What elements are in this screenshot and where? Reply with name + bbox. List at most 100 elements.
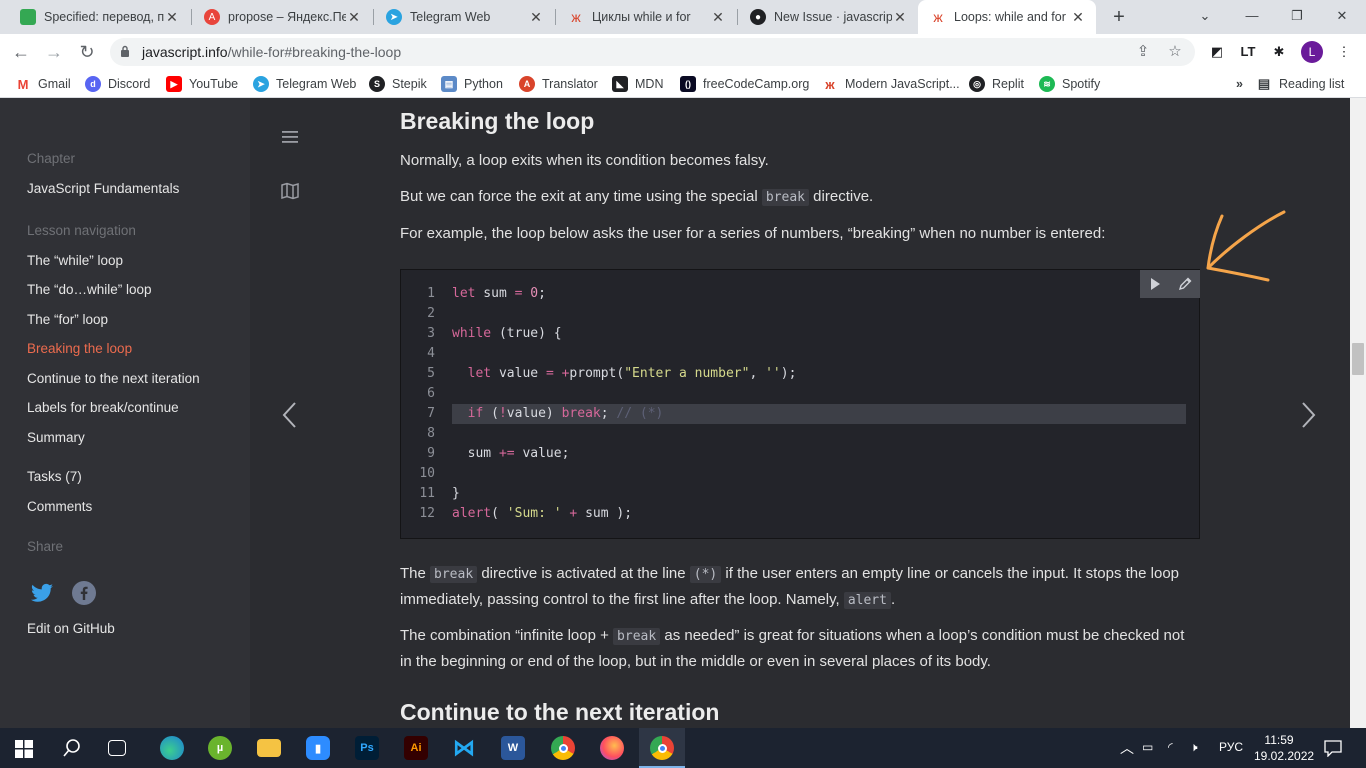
chrome-profile-icon[interactable] <box>650 736 674 760</box>
browser-toolbar: ← → ↻ javascript.info/while-for#breaking… <box>0 34 1366 70</box>
facebook-icon[interactable] <box>71 580 97 606</box>
language-indicator[interactable]: РУС <box>1219 740 1243 754</box>
menu-kebab-icon[interactable]: ⋮ <box>1333 41 1355 63</box>
telegram-icon: ➤ <box>253 76 269 92</box>
line-number: 10 <box>419 466 435 481</box>
paragraph: The break directive is activated at the … <box>400 561 1200 613</box>
page-scrollbar[interactable] <box>1350 98 1366 728</box>
windows-start-icon[interactable] <box>15 740 33 758</box>
lingvo-extension-icon[interactable]: LT <box>1237 41 1259 63</box>
network-disconnected-icon[interactable]: ▭ <box>1142 740 1153 754</box>
line-number: 2 <box>427 306 435 321</box>
edge-icon[interactable] <box>160 736 184 760</box>
word-icon[interactable]: W <box>501 736 525 760</box>
wifi-icon[interactable]: ◜ <box>1168 740 1173 754</box>
extension-icon[interactable]: ◩ <box>1206 41 1228 63</box>
next-lesson-arrow-icon[interactable] <box>1298 400 1318 430</box>
tasks-link[interactable]: Tasks (7) <box>27 469 82 484</box>
reload-icon[interactable]: ↻ <box>75 40 99 64</box>
more-bookmarks-button[interactable]: » <box>1236 75 1243 93</box>
twitter-icon[interactable] <box>29 580 55 606</box>
code-example: 1 let sum = 0; 2 3 while (true) { 4 5 let … <box>400 269 1200 539</box>
tab-loops-active[interactable]: ж Loops: while and for ✕ <box>918 0 1096 34</box>
maximize-icon[interactable]: ❐ <box>1282 6 1312 26</box>
close-icon[interactable]: ✕ <box>164 9 180 26</box>
clock[interactable]: 11:59 19.02.2022 <box>1254 732 1314 764</box>
bookmark-translator[interactable]: A Translator <box>519 75 598 93</box>
bookmark-modern-javascript[interactable]: ж Modern JavaScript... <box>822 75 959 93</box>
line-number: 9 <box>427 446 435 461</box>
forward-arrow-icon[interactable]: → <box>42 40 66 64</box>
vscode-icon[interactable]: ⋈ <box>452 735 476 760</box>
scrollbar-thumb[interactable] <box>1352 343 1364 375</box>
tab-yandex[interactable]: A propose – Яндекс.Пер ✕ <box>192 0 372 34</box>
extensions-puzzle-icon[interactable]: ✱ <box>1268 41 1290 63</box>
bookmark-label: Replit <box>992 77 1024 91</box>
bookmark-discord[interactable]: d Discord <box>85 75 150 93</box>
bookmark-stepik[interactable]: S Stepik <box>369 75 427 93</box>
line-number: 6 <box>427 386 435 401</box>
file-explorer-icon[interactable] <box>257 739 281 757</box>
sidebar-item-labels[interactable]: Labels for break/continue <box>27 400 179 415</box>
search-icon[interactable] <box>62 738 82 758</box>
notifications-icon[interactable] <box>1324 739 1342 757</box>
bookmark-star-icon[interactable]: ☆ <box>1166 43 1184 61</box>
sidebar-item-do-while-loop[interactable]: The “do…while” loop <box>27 282 152 297</box>
bookmark-gmail[interactable]: M Gmail <box>15 75 71 93</box>
close-icon[interactable]: ✕ <box>892 9 908 26</box>
bookmark-spotify[interactable]: ≋ Spotify <box>1039 75 1100 93</box>
firefox-icon[interactable] <box>600 736 624 760</box>
javascript-info-icon: ж <box>825 76 835 92</box>
close-icon[interactable]: ✕ <box>346 9 362 26</box>
address-bar[interactable]: javascript.info/while-for#breaking-the-l… <box>110 38 1195 66</box>
tab-search-icon[interactable]: ⌄ <box>1190 6 1220 26</box>
comments-link[interactable]: Comments <box>27 499 92 514</box>
bookmark-freecodecamp[interactable]: () freeCodeCamp.org <box>680 75 809 93</box>
reading-list-button[interactable]: ▤ Reading list <box>1256 75 1344 93</box>
edit-on-github-link[interactable]: Edit on GitHub <box>27 621 115 636</box>
discord-icon: d <box>85 76 101 92</box>
sidebar-item-while-loop[interactable]: The “while” loop <box>27 253 123 268</box>
bookmarks-bar: M Gmail d Discord ▶ YouTube ➤ Telegram Web S… <box>0 70 1366 98</box>
share-icon[interactable]: ⇪ <box>1134 43 1152 61</box>
tab-cycles[interactable]: ж Циклы while и for ✕ <box>556 0 736 34</box>
bookmark-python[interactable]: ▤ Python <box>441 75 503 93</box>
sidebar-item-for-loop[interactable]: The “for” loop <box>27 312 108 327</box>
close-icon[interactable]: ✕ <box>528 9 544 26</box>
bookmark-replit[interactable]: ◎ Replit <box>969 75 1024 93</box>
sidebar-item-breaking-the-loop[interactable]: Breaking the loop <box>27 341 132 356</box>
show-hidden-icons-icon[interactable]: ︿ <box>1120 738 1134 758</box>
tab-github[interactable]: ● New Issue · javascript- ✕ <box>738 0 918 34</box>
tab-telegram[interactable]: ➤ Telegram Web ✕ <box>374 0 554 34</box>
profile-avatar[interactable]: L <box>1301 41 1323 63</box>
hamburger-menu-icon[interactable] <box>280 129 300 145</box>
bookmark-telegram[interactable]: ➤ Telegram Web <box>253 75 356 93</box>
previous-lesson-arrow-icon[interactable] <box>280 400 300 430</box>
sidebar-item-continue[interactable]: Continue to the next iteration <box>27 371 200 386</box>
minimize-icon[interactable]: — <box>1237 6 1267 26</box>
chrome-icon[interactable] <box>551 736 575 760</box>
new-tab-button[interactable]: + <box>1108 6 1130 28</box>
illustrator-icon[interactable]: Ai <box>404 736 428 760</box>
photoshop-icon[interactable]: Ps <box>355 736 379 760</box>
paragraph: But we can force the exit at any time us… <box>400 184 1200 210</box>
stepik-icon: S <box>369 76 385 92</box>
freecodecamp-icon: () <box>680 76 696 92</box>
edit-code-button[interactable] <box>1170 270 1200 298</box>
close-window-icon[interactable]: ✕ <box>1327 6 1357 26</box>
bookmark-youtube[interactable]: ▶ YouTube <box>166 75 238 93</box>
close-icon[interactable]: ✕ <box>1070 9 1086 26</box>
zoom-icon[interactable]: ▮ <box>306 736 330 760</box>
tab-specified[interactable]: Specified: перевод, пр ✕ <box>8 0 190 34</box>
chapter-link[interactable]: JavaScript Fundamentals <box>27 181 179 196</box>
map-icon[interactable] <box>280 182 300 200</box>
utorrent-icon[interactable]: µ <box>208 736 232 760</box>
close-icon[interactable]: ✕ <box>710 9 726 26</box>
volume-icon[interactable]: 🕨 <box>1190 740 1198 755</box>
back-arrow-icon[interactable]: ← <box>9 40 33 64</box>
text: directive is activated at the line <box>477 565 690 582</box>
run-code-button[interactable] <box>1140 270 1170 298</box>
task-view-icon[interactable] <box>108 740 126 756</box>
bookmark-mdn[interactable]: ◣ MDN <box>612 75 663 93</box>
sidebar-item-summary[interactable]: Summary <box>27 430 85 445</box>
